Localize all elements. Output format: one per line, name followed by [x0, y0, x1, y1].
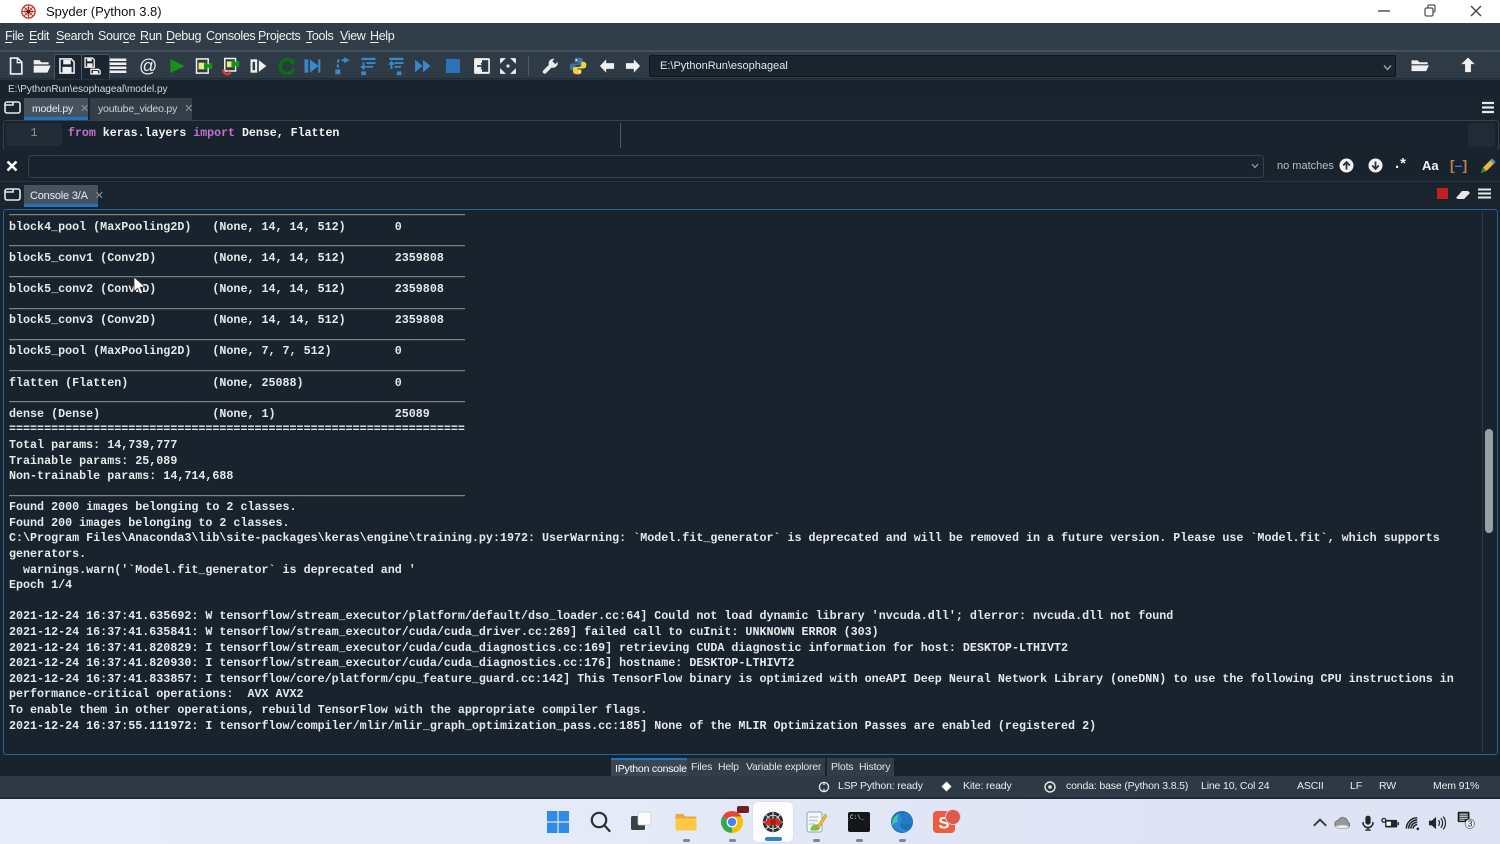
svg-text:C:\_: C:\_ [850, 814, 865, 821]
svg-text:3: 3 [1468, 820, 1473, 829]
